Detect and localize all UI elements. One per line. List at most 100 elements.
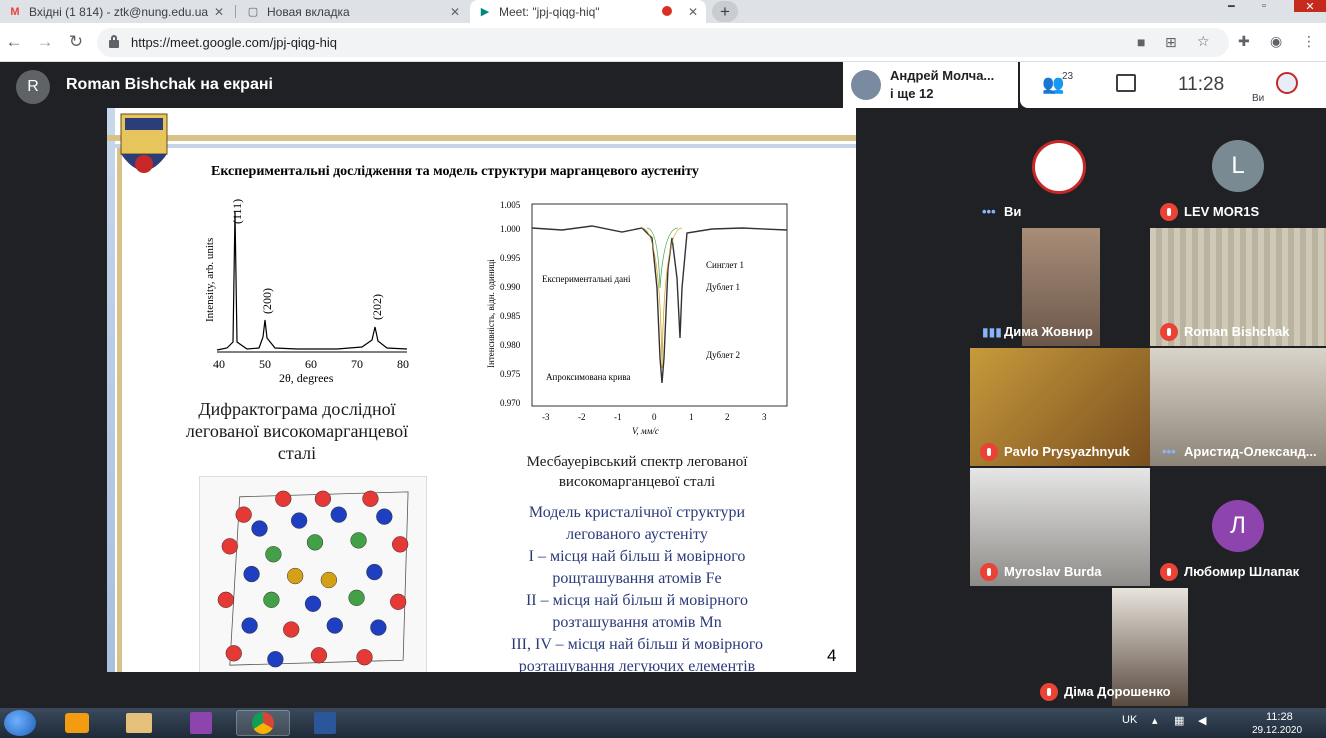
tick-label: 0.995 — [500, 253, 521, 263]
save-app-icon[interactable] — [174, 710, 228, 736]
tick-label: 40 — [213, 357, 225, 371]
model-line: II – місця най більш й мовірного — [525, 592, 749, 609]
self-avatar — [1032, 140, 1086, 194]
meet-main: R Roman Bishchak на екрані Андрей Молча.… — [0, 62, 1326, 708]
windows-taskbar: UK ▴ ▦ ◀ 11:28 29.12.2020 — [0, 708, 1326, 738]
presentation-slide: Експериментальні дослідження та модель с… — [107, 108, 856, 672]
participant-tile-self[interactable]: ••• Ви — [970, 108, 1150, 226]
slide-decor — [117, 148, 122, 672]
more-options-icon[interactable]: ••• — [982, 204, 996, 219]
tab-label: Новая вкладка — [267, 4, 350, 19]
participant-more: і ще 12 — [890, 86, 934, 101]
tick-label: -3 — [542, 412, 550, 422]
close-icon[interactable]: ✕ — [214, 5, 224, 19]
model-line: рощташування атомів Fe — [552, 570, 722, 587]
tab-label: Meet: "jpj-qiqg-hiq" — [499, 4, 600, 19]
tab-label: Вхідні (1 814) - ztk@nung.edu.ua — [29, 4, 209, 19]
tick-label: 0.970 — [500, 398, 521, 408]
more-options-icon[interactable]: ••• — [1162, 444, 1176, 459]
menu-dots-icon[interactable]: ⋮ — [1302, 33, 1316, 50]
taskbar-date[interactable]: 29.12.2020 — [1252, 725, 1302, 736]
tab-gmail[interactable]: M Вхідні (1 814) - ztk@nung.edu.ua ✕ — [0, 0, 232, 23]
participant-name: Pavlo Prysyazhnyuk — [1004, 444, 1130, 459]
participant-tile[interactable]: Myroslav Burda — [970, 468, 1150, 586]
tick-label: 0 — [652, 412, 657, 422]
meeting-top-bar: 👥 23 11:28 Ви — [1020, 62, 1326, 108]
gmail-icon: M — [10, 5, 20, 18]
mic-off-icon — [980, 563, 998, 581]
meeting-clock: 11:28 — [1178, 74, 1225, 95]
tick-label: 70 — [351, 357, 363, 371]
star-icon[interactable]: ☆ — [1197, 33, 1210, 50]
series-label: Дублет 1 — [706, 282, 740, 292]
xrd-xlabel: 2θ, degrees — [279, 371, 334, 385]
back-arrow-icon[interactable]: ← — [4, 32, 24, 52]
participant-tile[interactable]: Pavlo Prysyazhnyuk — [970, 348, 1150, 466]
mic-off-icon — [1160, 203, 1178, 221]
close-window-icon[interactable]: ✕ — [1294, 0, 1326, 13]
slide-decor — [107, 135, 856, 141]
model-line: Модель кристалічної структури — [528, 504, 746, 521]
participant-tile[interactable]: ••• Аристид-Олександ... — [1150, 348, 1326, 466]
participant-tile[interactable]: ▮▮▮ Дима Жовнир — [970, 228, 1150, 346]
network-icon[interactable]: ▦ — [1174, 714, 1184, 727]
moss-xlabel: V, мм/с — [632, 426, 659, 436]
chrome-icon[interactable] — [236, 710, 290, 736]
mic-off-icon — [1040, 683, 1058, 701]
tab-new[interactable]: ▢ Новая вкладка ✕ — [238, 0, 468, 23]
word-icon[interactable] — [298, 710, 352, 736]
avatar: R — [16, 70, 50, 104]
participant-name: Roman Bishchak — [1184, 324, 1290, 339]
start-button[interactable] — [4, 710, 36, 736]
participant-name: Дима Жовнир — [1004, 324, 1093, 339]
avatar — [851, 70, 881, 100]
crystal-structure-image — [199, 476, 427, 672]
volume-icon[interactable]: ◀ — [1198, 714, 1206, 727]
address-bar[interactable]: https://meet.google.com/jpj-qiqg-hiq ■ ⊞… — [97, 28, 1229, 57]
participant-name: Діма Дорошенко — [1064, 684, 1171, 699]
avatar: Л — [1212, 500, 1264, 552]
taskbar-time[interactable]: 11:28 — [1266, 711, 1293, 723]
camera-icon[interactable]: ■ — [1137, 34, 1145, 50]
translate-icon[interactable]: ⊞ — [1165, 34, 1177, 51]
file-explorer-icon[interactable] — [112, 710, 166, 736]
participant-name: Любомир Шлапак — [1184, 564, 1300, 579]
reload-icon[interactable]: ↻ — [66, 32, 86, 52]
close-icon[interactable]: ✕ — [688, 5, 698, 19]
model-line: розташування легуючих елементів — [518, 658, 756, 672]
extensions-icon[interactable]: ✚ — [1238, 33, 1250, 50]
slide-title: Експериментальні дослідження та модель с… — [211, 164, 699, 179]
peak-label: (200) — [260, 288, 274, 314]
model-line: I – місця най більш й мовірного — [528, 548, 746, 565]
participant-name: LEV MOR1S — [1184, 204, 1260, 219]
participant-tile[interactable]: L LEV MOR1S — [1150, 108, 1326, 226]
participant-tile[interactable]: Roman Bishchak — [1150, 228, 1326, 346]
close-icon[interactable]: ✕ — [450, 5, 460, 19]
minimize-icon[interactable]: ━ — [1228, 0, 1235, 13]
tab-meet[interactable]: ▶ Meet: "jpj-qiqg-hiq" ✕ — [470, 0, 706, 23]
tick-label: 80 — [397, 357, 409, 371]
model-line: легованого аустеніту — [566, 526, 708, 543]
tick-label: 0.985 — [500, 311, 521, 321]
participant-tile[interactable]: Діма Дорошенко — [1030, 588, 1266, 706]
tick-label: 50 — [259, 357, 271, 371]
browser-tab-bar: M Вхідні (1 814) - ztk@nung.edu.ua ✕ ▢ Н… — [0, 0, 1326, 23]
media-player-icon[interactable] — [50, 710, 104, 736]
blank-page-icon: ▢ — [247, 6, 259, 18]
chat-icon[interactable] — [1116, 74, 1136, 92]
tick-label: 1.005 — [500, 200, 521, 210]
tick-label: -1 — [614, 412, 622, 422]
tray-up-icon[interactable]: ▴ — [1152, 714, 1158, 727]
participant-count: 23 — [1062, 71, 1074, 82]
forward-arrow-icon[interactable]: → — [35, 32, 55, 52]
model-line: розташування атомів Mn — [552, 614, 722, 631]
xrd-ylabel: Intensity, arb. units — [204, 238, 216, 322]
profile-icon[interactable]: ◉ — [1270, 33, 1282, 50]
language-indicator[interactable]: UK — [1122, 714, 1137, 726]
maximize-icon[interactable]: ▫ — [1262, 0, 1266, 12]
participant-tile[interactable]: Л Любомир Шлапак — [1150, 468, 1326, 586]
top-participant-preview[interactable]: Андрей Молча... і ще 12 — [843, 62, 1018, 108]
new-tab-button[interactable]: + — [712, 1, 738, 22]
self-avatar[interactable] — [1276, 72, 1298, 94]
self-label: Ви — [1252, 93, 1265, 104]
